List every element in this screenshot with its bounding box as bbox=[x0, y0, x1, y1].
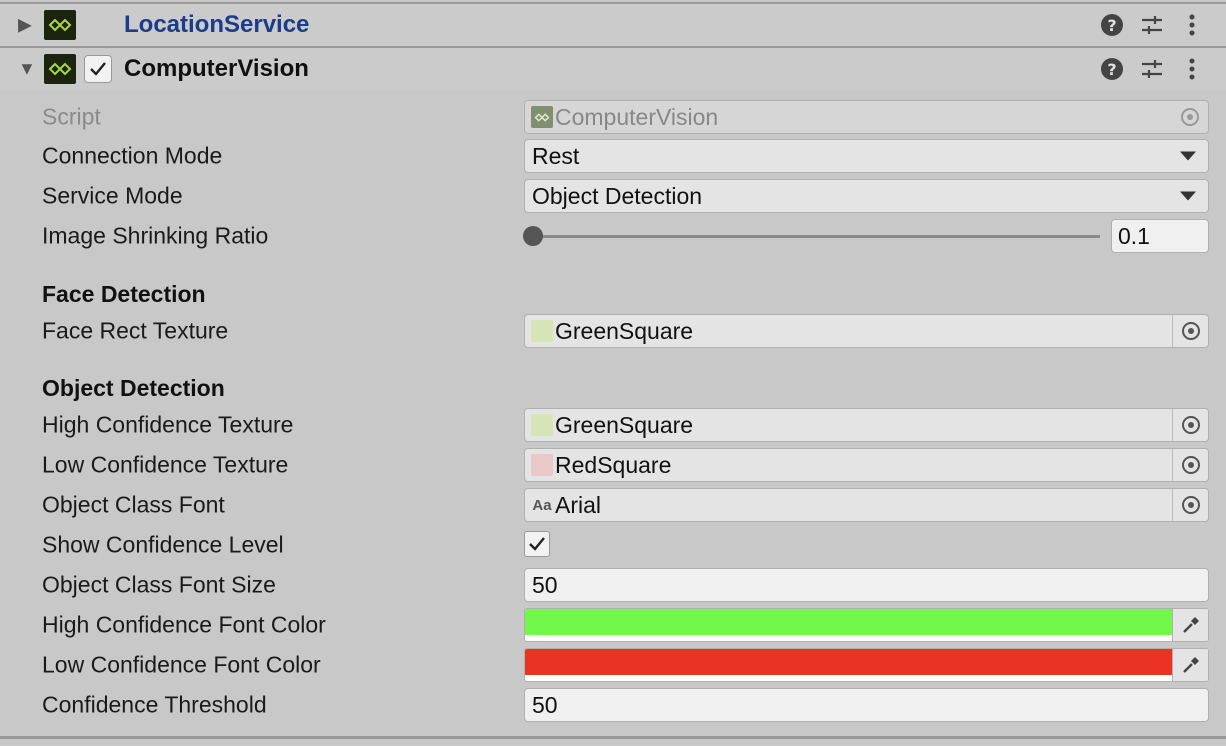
eyedropper-icon[interactable] bbox=[1172, 649, 1208, 681]
kebab-menu-icon[interactable] bbox=[1180, 57, 1204, 81]
field-label: High Confidence Font Color bbox=[42, 611, 326, 638]
image-shrinking-ratio-row: Image Shrinking Ratio 0.1 bbox=[0, 216, 1226, 256]
service-mode-dropdown[interactable]: Object Detection bbox=[524, 179, 1209, 213]
field-label: Low Confidence Font Color bbox=[42, 651, 321, 678]
low-confidence-color-field[interactable] bbox=[524, 648, 1209, 682]
object-class-font-size-input[interactable]: 50 bbox=[524, 568, 1209, 602]
eyedropper-icon[interactable] bbox=[1172, 609, 1208, 641]
collapse-arrow-icon[interactable]: ▼ bbox=[18, 59, 36, 80]
field-label: Connection Mode bbox=[42, 142, 223, 169]
component-header-location-service[interactable]: ▶ LocationService ? bbox=[0, 2, 1226, 46]
high-confidence-texture-row: High Confidence Texture GreenSquare bbox=[0, 405, 1226, 445]
object-class-font-field[interactable]: Aa Arial bbox=[524, 488, 1209, 522]
high-confidence-texture-field[interactable]: GreenSquare bbox=[524, 408, 1209, 442]
confidence-threshold-row: Confidence Threshold 50 bbox=[0, 685, 1226, 725]
field-label: Service Mode bbox=[42, 182, 183, 209]
field-label: Face Rect Texture bbox=[42, 317, 229, 344]
texture-thumbnail bbox=[531, 454, 553, 476]
field-value: Object Detection bbox=[532, 182, 703, 209]
object-picker-icon[interactable] bbox=[1172, 449, 1208, 481]
slider-value-input[interactable]: 0.1 bbox=[1111, 219, 1209, 253]
color-swatch[interactable] bbox=[525, 649, 1173, 675]
low-confidence-texture-row: Low Confidence Texture RedSquare bbox=[0, 445, 1226, 485]
component-title: LocationService bbox=[124, 11, 310, 38]
object-class-font-size-row: Object Class Font Size 50 bbox=[0, 565, 1226, 605]
low-confidence-font-color-row: Low Confidence Font Color bbox=[0, 645, 1226, 685]
field-label: High Confidence Texture bbox=[42, 411, 294, 438]
preset-sliders-icon[interactable] bbox=[1140, 57, 1164, 81]
field-label: Confidence Threshold bbox=[42, 691, 267, 718]
texture-thumbnail bbox=[531, 414, 553, 436]
face-detection-header: Face Detection bbox=[42, 281, 206, 307]
object-class-font-row: Object Class Font Aa Arial bbox=[0, 485, 1226, 525]
face-rect-texture-row: Face Rect Texture GreenSquare bbox=[0, 311, 1226, 351]
alpha-bar bbox=[525, 635, 1173, 641]
connection-mode-row: Connection Mode Rest bbox=[0, 136, 1226, 176]
texture-thumbnail bbox=[531, 320, 553, 342]
field-label: Object Class Font bbox=[42, 491, 225, 518]
field-value: Rest bbox=[532, 142, 580, 169]
field-label: Show Confidence Level bbox=[42, 531, 284, 558]
dropdown-arrow-icon bbox=[1180, 151, 1196, 161]
show-confidence-level-row: Show Confidence Level bbox=[0, 525, 1226, 565]
field-value: ComputerVision bbox=[555, 103, 719, 130]
high-confidence-font-color-row: High Confidence Font Color bbox=[0, 605, 1226, 645]
script-object-field: ComputerVision bbox=[524, 100, 1209, 134]
field-label: Image Shrinking Ratio bbox=[42, 222, 269, 249]
slider-handle[interactable] bbox=[523, 226, 543, 246]
color-swatch[interactable] bbox=[525, 609, 1173, 635]
alpha-bar bbox=[525, 675, 1173, 681]
object-picker-icon bbox=[1172, 101, 1208, 133]
field-value: Arial bbox=[555, 491, 602, 518]
component-header-computer-vision[interactable]: ▼ ComputerVision ? bbox=[0, 46, 1226, 90]
object-detection-header: Object Detection bbox=[42, 375, 225, 401]
field-label: Object Class Font Size bbox=[42, 571, 276, 598]
expand-arrow-icon[interactable]: ▶ bbox=[18, 15, 32, 36]
low-confidence-texture-field[interactable]: RedSquare bbox=[524, 448, 1209, 482]
high-confidence-color-field[interactable] bbox=[524, 608, 1209, 642]
help-icon[interactable]: ? bbox=[1100, 57, 1124, 81]
help-icon[interactable]: ? bbox=[1100, 13, 1124, 37]
slider-track[interactable] bbox=[533, 235, 1100, 238]
dropdown-arrow-icon bbox=[1180, 191, 1196, 201]
field-label: Script bbox=[42, 103, 101, 130]
show-confidence-level-checkbox[interactable] bbox=[524, 531, 550, 557]
field-label: Low Confidence Texture bbox=[42, 451, 289, 478]
face-rect-texture-field[interactable]: GreenSquare bbox=[524, 314, 1209, 348]
component-enabled-checkbox[interactable] bbox=[84, 55, 112, 83]
field-value: RedSquare bbox=[555, 451, 672, 478]
divider bbox=[0, 736, 1226, 739]
object-picker-icon[interactable] bbox=[1172, 489, 1208, 521]
preset-sliders-icon[interactable] bbox=[1140, 13, 1164, 37]
connection-mode-dropdown[interactable]: Rest bbox=[524, 139, 1209, 173]
service-mode-row: Service Mode Object Detection bbox=[0, 176, 1226, 216]
object-picker-icon[interactable] bbox=[1172, 409, 1208, 441]
script-component-icon bbox=[44, 10, 76, 40]
script-component-icon bbox=[44, 54, 76, 84]
kebab-menu-icon[interactable] bbox=[1180, 13, 1204, 37]
script-asset-icon bbox=[531, 106, 553, 128]
confidence-threshold-input[interactable]: 50 bbox=[524, 688, 1209, 722]
field-value: GreenSquare bbox=[555, 317, 694, 344]
checkmark-icon bbox=[529, 537, 545, 551]
object-picker-icon[interactable] bbox=[1172, 315, 1208, 347]
field-value: GreenSquare bbox=[555, 411, 694, 438]
script-row: Script ComputerVision bbox=[0, 97, 1226, 137]
component-title: ComputerVision bbox=[124, 55, 309, 82]
font-asset-icon: Aa bbox=[532, 496, 552, 514]
